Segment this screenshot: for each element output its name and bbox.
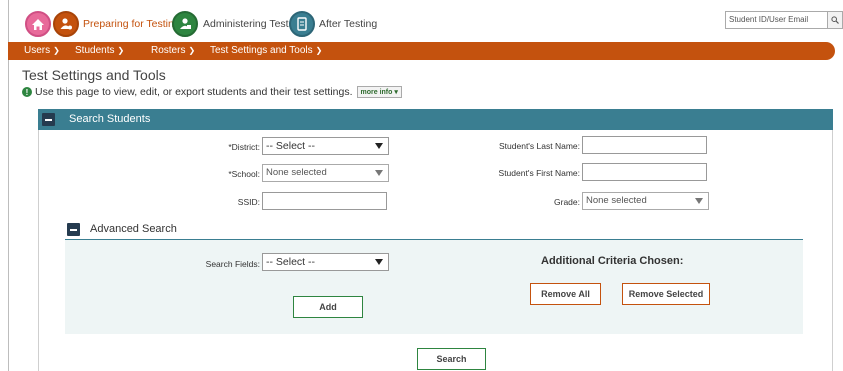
menu-rosters-label: Rosters — [151, 45, 186, 56]
add-button[interactable]: Add — [293, 296, 363, 318]
nav-after-testing-link[interactable]: After Testing — [319, 18, 377, 30]
administering-icon[interactable] — [172, 11, 198, 37]
menu-students-label: Students — [75, 45, 115, 56]
advanced-search-header[interactable]: Advanced Search — [65, 220, 803, 240]
dropdown-arrow-icon — [375, 143, 383, 149]
menu-users-label: Users — [24, 45, 51, 56]
district-select[interactable]: -- Select -- — [262, 137, 389, 155]
menu-test-settings-label: Test Settings and Tools — [210, 45, 313, 56]
home-icon[interactable] — [25, 11, 51, 37]
ssid-label: SSID: — [237, 197, 260, 207]
student-id-search-input[interactable]: Student ID/User Email — [725, 11, 828, 29]
school-label: *School: — [228, 169, 260, 179]
search-students-header[interactable]: Search Students — [38, 109, 833, 130]
main-menu-bar — [8, 42, 835, 60]
district-select-value: -- Select -- — [266, 140, 316, 152]
preparing-icon[interactable] — [53, 11, 79, 37]
district-label: *District: — [228, 142, 260, 152]
dropdown-arrow-icon — [375, 170, 383, 176]
page-info-text: Use this page to view, edit, or export s… — [35, 86, 353, 98]
menu-students[interactable]: Students ❯ — [75, 45, 124, 56]
grade-label: Grade: — [554, 197, 580, 207]
first-name-input[interactable] — [582, 163, 707, 181]
menu-rosters[interactable]: Rosters ❯ — [151, 45, 195, 56]
chevron-down-icon: ❯ — [188, 46, 196, 55]
page-info: ! Use this page to view, edit, or export… — [22, 86, 402, 98]
more-info-label: more info — [360, 89, 393, 96]
search-icon[interactable] — [828, 11, 843, 29]
additional-criteria-title: Additional Criteria Chosen: — [541, 255, 684, 267]
collapse-icon[interactable] — [67, 223, 80, 236]
page-title: Test Settings and Tools — [22, 67, 166, 83]
menu-test-settings[interactable]: Test Settings and Tools ❯ — [210, 45, 322, 56]
chevron-down-icon: ❯ — [117, 46, 125, 55]
nav-preparing-link[interactable]: Preparing for Testing — [83, 18, 180, 30]
advanced-search-title: Advanced Search — [90, 223, 177, 235]
dropdown-arrow-icon — [695, 198, 703, 204]
school-select-value: None selected — [266, 167, 327, 178]
more-info-button[interactable]: more info ▾ — [356, 86, 402, 98]
first-name-label: Student's First Name: — [498, 168, 580, 178]
info-icon: ! — [22, 87, 32, 97]
collapse-icon[interactable] — [42, 113, 55, 126]
chevron-down-icon: ❯ — [53, 46, 60, 55]
menu-users[interactable]: Users ❯ — [24, 45, 60, 56]
grade-select-value: None selected — [586, 195, 647, 206]
school-select[interactable]: None selected — [262, 164, 389, 182]
nav-administering-link[interactable]: Administering Tests — [203, 18, 294, 30]
search-button[interactable]: Search — [417, 348, 486, 370]
after-testing-icon[interactable] — [289, 11, 315, 37]
grade-select[interactable]: None selected — [582, 192, 709, 210]
last-name-input[interactable] — [582, 136, 707, 154]
remove-selected-button[interactable]: Remove Selected — [622, 283, 710, 305]
remove-all-button[interactable]: Remove All — [530, 283, 601, 305]
last-name-label: Student's Last Name: — [499, 141, 580, 151]
ssid-input[interactable] — [262, 192, 387, 210]
search-fields-select[interactable]: -- Select -- — [262, 253, 389, 271]
dropdown-arrow-icon — [375, 259, 383, 265]
chevron-down-icon: ❯ — [315, 46, 323, 55]
search-fields-label: Search Fields: — [205, 259, 260, 269]
search-students-title: Search Students — [69, 113, 151, 125]
search-fields-select-value: -- Select -- — [266, 256, 316, 268]
